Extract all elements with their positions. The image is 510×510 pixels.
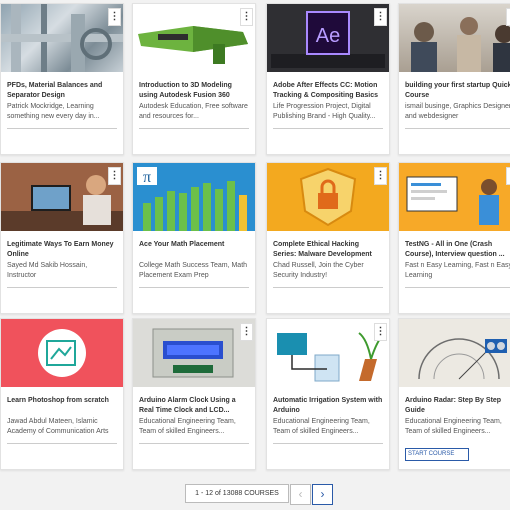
course-card[interactable]: ⋮ Complete Ethical Hacking Series: Malwa… (266, 162, 390, 314)
pi-symbol: π (143, 169, 151, 186)
card-menu-icon[interactable]: ⋮ (374, 323, 387, 341)
course-thumbnail (133, 319, 255, 387)
card-menu-icon[interactable]: ⋮ (506, 167, 510, 185)
course-title[interactable]: Complete Ethical Hacking Series: Malware… (273, 240, 383, 260)
course-card[interactable]: Learn Photoshop from scratch Jawad Abdul… (0, 318, 124, 470)
course-author: Educational Engineering Team, Team of sk… (405, 418, 502, 435)
course-card[interactable]: Arduino Radar: Step By Step Guide Educat… (398, 318, 510, 470)
testng-image (399, 163, 510, 231)
divider (273, 287, 383, 288)
pagination-status: 1 - 12 of 13088 COURSES (185, 484, 289, 503)
course-title[interactable]: Adobe After Effects CC: Motion Tracking … (273, 81, 383, 101)
course-title[interactable]: Arduino Alarm Clock Using a Real Time Cl… (139, 396, 249, 416)
prev-page-button[interactable]: ‹ (290, 484, 311, 505)
course-author: Autodesk Education, Free software and re… (139, 103, 248, 120)
card-menu-icon[interactable]: ⋮ (108, 167, 121, 185)
course-card[interactable]: π Ace Your Math Placement College Math S… (132, 162, 256, 314)
start-course-button[interactable]: START COURSE (405, 448, 469, 461)
course-title[interactable]: Learn Photoshop from scratch (7, 396, 117, 406)
course-card[interactable]: Ae ⋮ Adobe After Effects CC: Motion Trac… (266, 3, 390, 155)
course-card[interactable]: ⋮ PFDs, Material Balances and Separator … (0, 3, 124, 155)
divider (7, 443, 117, 444)
divider (273, 128, 383, 129)
next-page-button[interactable]: › (312, 484, 333, 505)
course-thumbnail (1, 163, 123, 231)
course-card[interactable]: ⋮ building your first startup Quick Cour… (398, 3, 510, 155)
math-chart-image: π (133, 163, 255, 231)
after-effects-image: Ae (267, 4, 389, 72)
radar-image (399, 319, 510, 387)
3d-model-image (138, 26, 248, 64)
course-title[interactable]: Introduction to 3D Modeling using Autode… (139, 81, 249, 101)
course-title[interactable]: Arduino Radar: Step By Step Guide (405, 396, 510, 416)
card-menu-icon[interactable]: ⋮ (240, 323, 253, 341)
course-author: Life Progression Project, Digital Publis… (273, 103, 376, 120)
pipes-image (1, 4, 123, 72)
course-card[interactable]: ⋮ Legitimate Ways To Earn Money Online S… (0, 162, 124, 314)
divider (139, 287, 249, 288)
card-menu-icon[interactable]: ⋮ (108, 8, 121, 26)
course-thumbnail (399, 4, 510, 72)
course-author: Jawad Abdul Mateen, Islamic Academy of C… (7, 418, 109, 435)
course-thumbnail (267, 163, 389, 231)
divider (7, 128, 117, 129)
course-title[interactable]: building your first startup Quick Course (405, 81, 510, 101)
hacking-shield-image (267, 163, 389, 231)
course-title[interactable]: TestNG - All in One (Crash Course), Inte… (405, 240, 510, 260)
divider (139, 128, 249, 129)
course-thumbnail: Ae (267, 4, 389, 72)
course-title[interactable]: Legitimate Ways To Earn Money Online (7, 240, 117, 260)
card-menu-icon[interactable]: ⋮ (374, 167, 387, 185)
course-author: Sayed Md Sakib Hossain, Instructor (7, 262, 88, 279)
photoshop-image (1, 319, 123, 387)
course-title[interactable]: Automatic Irrigation System with Arduino (273, 396, 383, 416)
laptop-woman-image (1, 163, 123, 231)
course-author: Chad Russell, Join the Cyber Security In… (273, 262, 364, 279)
divider (139, 443, 249, 444)
course-thumbnail (1, 4, 123, 72)
course-title[interactable]: PFDs, Material Balances and Separator De… (7, 81, 117, 101)
course-author: College Math Success Team, Math Placemen… (139, 262, 248, 279)
divider (405, 128, 510, 129)
course-thumbnail (133, 4, 255, 72)
divider (273, 443, 383, 444)
divider (405, 287, 510, 288)
card-menu-icon[interactable]: ⋮ (506, 8, 510, 26)
ae-logo-text: Ae (316, 25, 340, 47)
course-card[interactable]: ⋮ TestNG - All in One (Crash Course), In… (398, 162, 510, 314)
course-author: Patrick Mockridge, Learning something ne… (7, 103, 100, 120)
course-author: Fast n Easy Learning, Fast n Easy Learni… (405, 262, 510, 279)
divider (7, 287, 117, 288)
course-author: ismail businge, Graphics Designer and we… (405, 103, 510, 120)
course-author: Educational Engineering Team, Team of sk… (273, 418, 370, 435)
card-menu-icon[interactable]: ⋮ (240, 8, 253, 26)
course-title[interactable]: Ace Your Math Placement (139, 240, 249, 250)
course-card[interactable]: ⋮ Introduction to 3D Modeling using Auto… (132, 3, 256, 155)
course-thumbnail (267, 319, 389, 387)
card-menu-icon[interactable]: ⋮ (374, 8, 387, 26)
course-thumbnail (399, 319, 510, 387)
course-thumbnail: π (133, 163, 255, 231)
course-card[interactable]: ⋮ Automatic Irrigation System with Ardui… (266, 318, 390, 470)
course-thumbnail (399, 163, 510, 231)
course-card[interactable]: ⋮ Arduino Alarm Clock Using a Real Time … (132, 318, 256, 470)
course-thumbnail (1, 319, 123, 387)
irrigation-image (267, 319, 389, 387)
course-author: Educational Engineering Team, Team of sk… (139, 418, 236, 435)
startup-meeting-image (411, 17, 510, 72)
alarm-clock-image (133, 319, 255, 387)
